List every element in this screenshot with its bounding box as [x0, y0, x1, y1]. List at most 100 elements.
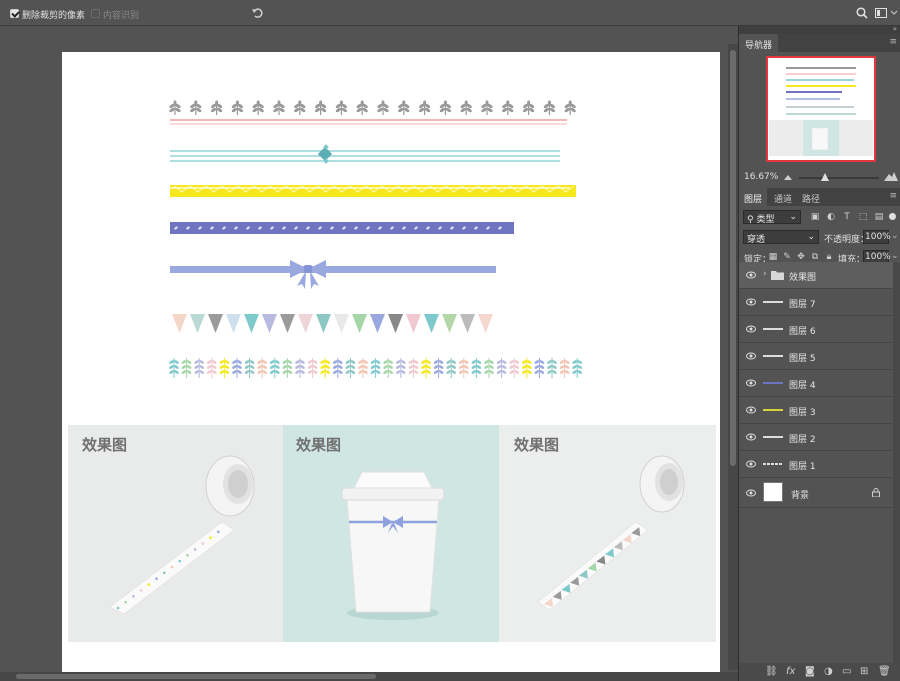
- mockup-label-2: 效果图: [296, 436, 341, 454]
- zoom-value[interactable]: 16.67%: [744, 172, 778, 182]
- mask-icon[interactable]: ◙: [805, 666, 815, 677]
- eye-icon[interactable]: [746, 325, 756, 333]
- layer-row[interactable]: 图层 4: [739, 370, 893, 397]
- zoom-out-icon[interactable]: [783, 173, 793, 181]
- vertical-scroll-thumb[interactable]: [730, 50, 736, 466]
- panel-dock-bar: »: [739, 25, 900, 34]
- layer-name: 图层 6: [789, 327, 816, 337]
- chevron-down-icon[interactable]: ⌄: [891, 251, 899, 261]
- zoom-slider-track[interactable]: [799, 177, 879, 179]
- chevron-down-icon: ⌄: [807, 232, 815, 242]
- layer-row[interactable]: 图层 3: [739, 397, 893, 424]
- layer-name: 图层 7: [789, 300, 816, 310]
- new-group-icon[interactable]: ▭: [842, 666, 851, 677]
- tab-channels[interactable]: 通道: [769, 188, 797, 206]
- eye-icon[interactable]: [746, 271, 756, 279]
- adjustment-filter-icon[interactable]: ◐: [825, 211, 837, 223]
- trash-icon[interactable]: 🗑︎: [878, 666, 891, 677]
- adjustment-layer-icon[interactable]: ◑: [824, 666, 833, 677]
- eye-icon[interactable]: [746, 406, 756, 414]
- leaf-border-row: [169, 100, 576, 115]
- filter-kind-select[interactable]: ⚲ 类型 ⌄: [743, 210, 801, 225]
- eye-icon[interactable]: [746, 433, 756, 441]
- tab-paths[interactable]: 路径: [797, 188, 825, 206]
- layer-thumbnail: [763, 382, 783, 384]
- chevron-down-icon[interactable]: ⌄: [891, 231, 899, 241]
- shape-filter-icon[interactable]: ⬚: [857, 211, 869, 223]
- horizontal-scroll-thumb[interactable]: [16, 674, 376, 679]
- layer-row[interactable]: 图层 6: [739, 316, 893, 343]
- navigator-preview-image: [768, 58, 874, 160]
- filter-kind-value: 类型: [756, 215, 775, 225]
- blend-mode-value: 穿透: [747, 235, 766, 245]
- eye-icon[interactable]: [746, 352, 756, 360]
- mockup-label-1: 效果图: [82, 436, 127, 454]
- tab-navigator[interactable]: 导航器: [739, 34, 779, 52]
- eye-icon[interactable]: [746, 379, 756, 387]
- layer-thumbnail: [763, 409, 783, 411]
- chevron-right-icon[interactable]: ›: [763, 269, 767, 279]
- folder-icon: [771, 271, 784, 280]
- opacity-input[interactable]: 100%: [863, 230, 891, 244]
- blend-row: 穿透 ⌄ 不透明度： 100% ⌄: [739, 228, 900, 246]
- coffee-cup: [341, 471, 445, 620]
- content-aware-label: 内容识别: [103, 11, 140, 21]
- layer-thumbnail: [763, 463, 783, 465]
- navigator-preview[interactable]: [766, 56, 876, 162]
- eye-icon[interactable]: [746, 298, 756, 306]
- content-aware-checkbox[interactable]: [91, 9, 100, 18]
- tab-layers[interactable]: 图层: [739, 188, 768, 206]
- navigator-menu-icon[interactable]: ≡: [889, 37, 897, 47]
- workspace-icon[interactable]: [875, 7, 887, 19]
- new-layer-icon[interactable]: ⊞: [860, 666, 868, 677]
- layers-bottom-bar: ⛓︎ fx ◙ ◑ ▭ ⊞ 🗑︎: [739, 663, 900, 681]
- blend-mode-select[interactable]: 穿透 ⌄: [743, 230, 819, 245]
- layer-thumbnail: [763, 482, 783, 502]
- layer-thumbnail: [763, 436, 783, 438]
- delete-cropped-checkbox[interactable]: [10, 9, 19, 18]
- mockup-label-3: 效果图: [514, 436, 559, 454]
- filter-toggle[interactable]: [889, 213, 896, 220]
- eye-icon[interactable]: [746, 460, 756, 468]
- opacity-value: 100%: [865, 232, 891, 242]
- horizontal-scrollbar[interactable]: [0, 672, 738, 681]
- layer-thumbnail: [763, 301, 783, 303]
- layers-header: 图层 通道 路径 ≡: [739, 188, 900, 206]
- layer-row[interactable]: 图层 7: [739, 289, 893, 316]
- layer-row[interactable]: 图层 1: [739, 451, 893, 478]
- layers-scrollbar[interactable]: [893, 262, 900, 672]
- link-icon[interactable]: ⛓︎: [765, 666, 778, 677]
- lock-icon: [872, 488, 880, 497]
- chevron-down-icon[interactable]: [890, 10, 898, 16]
- layer-row-group[interactable]: › 效果图: [739, 262, 893, 289]
- mockup-tape-right-bg: [499, 425, 716, 642]
- layer-name: 图层 2: [789, 435, 816, 445]
- collapse-arrows-icon[interactable]: »: [893, 25, 897, 33]
- bunting-row: [172, 314, 493, 333]
- vertical-scrollbar[interactable]: [728, 44, 738, 670]
- search-icon: ⚲: [747, 215, 754, 225]
- reset-icon[interactable]: [251, 7, 263, 19]
- layer-row[interactable]: 图层 2: [739, 424, 893, 451]
- zoom-in-icon[interactable]: [884, 172, 898, 181]
- purple-pattern-row: [170, 222, 514, 234]
- layer-row-background[interactable]: 背景: [739, 478, 893, 508]
- right-panel: » 导航器 ≡ 16.67% 图层 通道 路径 ≡ ⚲ 类型 ⌄ ▣ ◐ T ⬚…: [738, 25, 900, 681]
- search-icon[interactable]: [856, 7, 868, 19]
- options-bar: 删除裁剪的像素 内容识别: [0, 0, 900, 26]
- pixel-filter-icon[interactable]: ▣: [809, 211, 821, 223]
- smart-object-filter-icon[interactable]: ▤: [873, 211, 885, 223]
- layer-name: 图层 5: [789, 354, 816, 364]
- layer-name: 背景: [791, 491, 810, 501]
- layer-name: 图层 1: [789, 462, 816, 472]
- type-filter-icon[interactable]: T: [841, 211, 853, 223]
- document-canvas[interactable]: 效果图 效果图 效果图: [62, 52, 720, 674]
- layer-row[interactable]: 图层 5: [739, 343, 893, 370]
- artwork: 效果图 效果图 效果图: [68, 100, 716, 642]
- fx-icon[interactable]: fx: [786, 666, 795, 677]
- navigator-header: 导航器 ≡: [739, 34, 900, 52]
- layers-menu-icon[interactable]: ≡: [889, 191, 897, 201]
- eye-icon[interactable]: [746, 489, 756, 497]
- canvas-header-strip: [0, 26, 738, 44]
- zoom-slider-handle[interactable]: [821, 173, 829, 181]
